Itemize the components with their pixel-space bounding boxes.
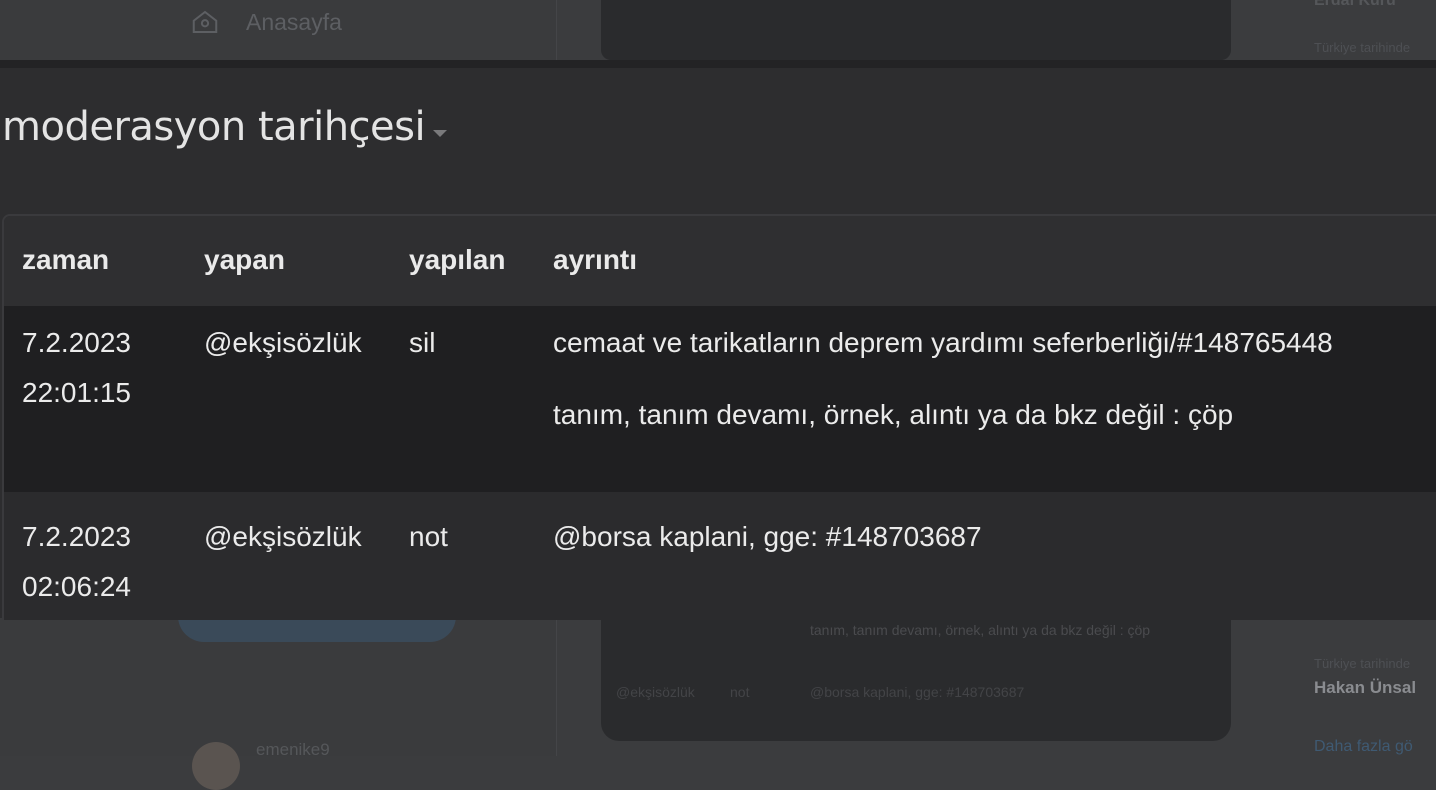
modal-title[interactable]: moderasyon tarihçesi [2,104,448,150]
row-detail-reason: tanım, tanım devamı, örnek, alıntı ya da… [553,399,1234,430]
column-header-detail: ayrıntı [553,244,638,275]
row-time: 22:01:15 [22,377,131,408]
modal-title-text: moderasyon tarihçesi [2,104,426,150]
background-right-name: Hakan Ünsal [1314,678,1417,697]
nav-home-item[interactable]: Anasayfa [190,4,342,40]
modal-top-border [0,60,1436,68]
background-mini-detail: tanım, tanım devamı, örnek, alıntı ya da… [810,622,1151,638]
background-right-caption-2: Türkiye tarihinde [1314,656,1411,671]
nav-home-label: Anasayfa [246,8,342,35]
row-detail-link[interactable]: @borsa kaplani, gge: #148703687 [553,512,982,562]
table-header: zaman yapan yapılan ayrıntı [4,216,1436,306]
row-actor-link[interactable]: @ekşisözlük [204,318,362,368]
background-show-more-link[interactable]: Daha fazla gö [1314,738,1413,756]
background-mini-detail-2: @borsa kaplani, gge: #148703687 [810,684,1025,700]
home-icon [192,10,218,33]
background-mini-action: not [730,684,750,700]
row-date: 7.2.2023 [22,521,131,552]
row-action: sil [409,327,436,358]
background-mini-user: @ekşisözlük [616,684,695,700]
avatar[interactable] [192,742,240,790]
background-username: emenike9 [256,740,330,759]
row-action: not [409,521,448,552]
table-row: 7.2.2023 02:06:24 @ekşisözlük not @borsa… [4,492,1436,620]
background-right-heading: Erdal Kuru [1314,0,1396,9]
table-row: 7.2.2023 22:01:15 @ekşisözlük sil cemaat… [4,306,1436,492]
row-time: 02:06:24 [22,571,131,602]
moderation-table: zaman yapan yapılan ayrıntı 7.2.2023 22:… [2,214,1436,620]
caret-down-icon[interactable] [433,129,448,137]
background-center-card-top [601,0,1231,60]
row-date: 7.2.2023 [22,327,131,358]
row-detail-link[interactable]: cemaat ve tarikatların deprem yardımı se… [553,318,1333,368]
background-mini-row: @ekşisözlük not @borsa kaplani, gge: #14… [616,684,1024,700]
background-right-caption-1: Türkiye tarihinde [1314,40,1411,55]
column-header-time: zaman [22,244,110,275]
column-header-actor: yapan [204,244,285,275]
column-header-action: yapılan [409,244,506,275]
row-actor-link[interactable]: @ekşisözlük [204,512,362,562]
